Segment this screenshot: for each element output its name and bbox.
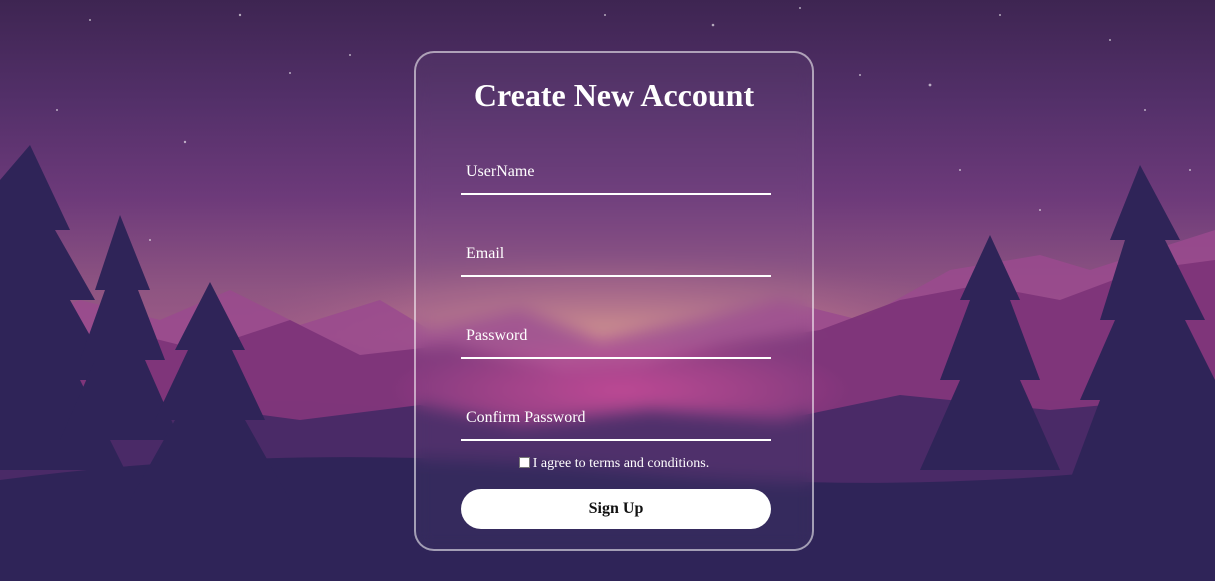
username-field	[461, 151, 771, 195]
sign-up-button[interactable]: Sign Up	[461, 489, 771, 529]
signup-card: Create New Account I agree to terms and …	[414, 51, 814, 551]
email-field	[461, 233, 771, 277]
password-input[interactable]	[461, 315, 771, 357]
form-title: Create New Account	[473, 77, 755, 113]
terms-label: I agree to terms and conditions.	[532, 456, 710, 471]
email-input[interactable]	[461, 233, 771, 275]
terms-checkbox[interactable]	[518, 457, 530, 468]
password-field	[461, 315, 771, 359]
confirm-password-field	[461, 397, 771, 441]
username-input[interactable]	[461, 151, 771, 193]
confirm-password-input[interactable]	[461, 397, 771, 439]
terms-agreement: I agree to terms and conditions.	[416, 456, 812, 472]
